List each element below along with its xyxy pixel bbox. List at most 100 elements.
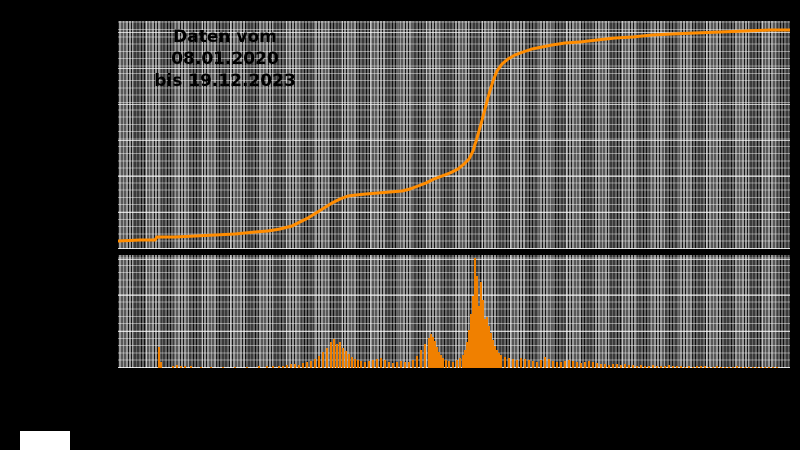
bar (612, 364, 614, 368)
bar (400, 361, 402, 368)
bar (672, 366, 674, 368)
bar (716, 366, 718, 368)
bar (314, 359, 316, 368)
bar (368, 361, 370, 368)
bar (210, 367, 212, 368)
bar (512, 359, 514, 368)
bar (592, 362, 594, 368)
bar (180, 366, 182, 368)
bar (222, 367, 224, 368)
bar (740, 367, 742, 368)
bar (412, 360, 414, 368)
bar (282, 366, 284, 368)
bar (388, 362, 390, 368)
date-range-annotation: Daten vom 08.01.2020 bis 19.12.2023 (132, 26, 318, 92)
bar (266, 366, 268, 368)
chart-screen: Daten vom 08.01.2020 bis 19.12.2023 (0, 0, 800, 450)
bar (564, 361, 566, 368)
bar (644, 366, 646, 368)
bar (728, 367, 730, 368)
date-range-line1: Daten vom 08.01.2020 (171, 27, 279, 69)
bar (604, 364, 606, 368)
bar (748, 367, 750, 368)
bar (700, 366, 702, 368)
bar (336, 344, 338, 368)
bar (357, 360, 359, 368)
bar (608, 365, 610, 368)
bar (712, 367, 714, 368)
bar (532, 361, 534, 368)
bar (720, 367, 722, 368)
bar (258, 366, 260, 368)
bar (772, 367, 774, 368)
bar (580, 363, 582, 368)
bar (190, 366, 192, 368)
bar (556, 362, 558, 368)
bar (516, 360, 518, 368)
bar (286, 365, 288, 368)
bar (404, 362, 406, 368)
bar (392, 363, 394, 368)
bar (628, 365, 630, 368)
bar (624, 364, 626, 368)
bar (544, 357, 546, 368)
bar (652, 365, 654, 368)
bar (688, 366, 690, 368)
bar (184, 366, 186, 368)
bar (656, 366, 658, 368)
bar (345, 351, 347, 368)
daily-bars-panel (118, 255, 790, 368)
bar (552, 361, 554, 368)
bar (760, 367, 762, 368)
bar (348, 354, 350, 368)
bar (372, 360, 374, 368)
bar (322, 352, 324, 368)
bar (600, 364, 602, 368)
bar (508, 358, 510, 368)
bar (172, 366, 174, 368)
bar (660, 366, 662, 368)
bar (732, 367, 734, 368)
bar (246, 367, 248, 368)
bar (200, 367, 202, 368)
bar (736, 366, 738, 368)
bar (744, 367, 746, 368)
bar (298, 365, 300, 368)
bar (380, 358, 382, 368)
bar (536, 362, 538, 368)
bar (333, 339, 335, 368)
bar (342, 348, 344, 368)
bar (752, 367, 754, 368)
bar (452, 362, 454, 368)
bar (708, 367, 710, 368)
bar (310, 361, 312, 368)
date-range-line2: bis 19.12.2023 (154, 71, 296, 91)
bar (424, 344, 426, 368)
bar (696, 366, 698, 368)
bar (416, 356, 418, 368)
bar (176, 365, 178, 368)
bar (294, 364, 296, 368)
bar (500, 355, 502, 368)
bar (459, 358, 461, 368)
bar (396, 362, 398, 368)
bar (278, 366, 280, 368)
bar (420, 350, 422, 368)
bar (576, 362, 578, 368)
bar (704, 366, 706, 368)
bar (548, 359, 550, 368)
bar (620, 365, 622, 368)
bar (776, 367, 778, 368)
bar (640, 365, 642, 368)
bar (504, 357, 506, 368)
white-swatch (20, 431, 70, 450)
bar (584, 362, 586, 368)
bar (520, 358, 522, 368)
bar (326, 348, 328, 368)
bar (234, 367, 236, 368)
bar (560, 362, 562, 368)
bar (616, 364, 618, 368)
bar (384, 360, 386, 368)
bar (302, 363, 304, 368)
bar (306, 362, 308, 368)
